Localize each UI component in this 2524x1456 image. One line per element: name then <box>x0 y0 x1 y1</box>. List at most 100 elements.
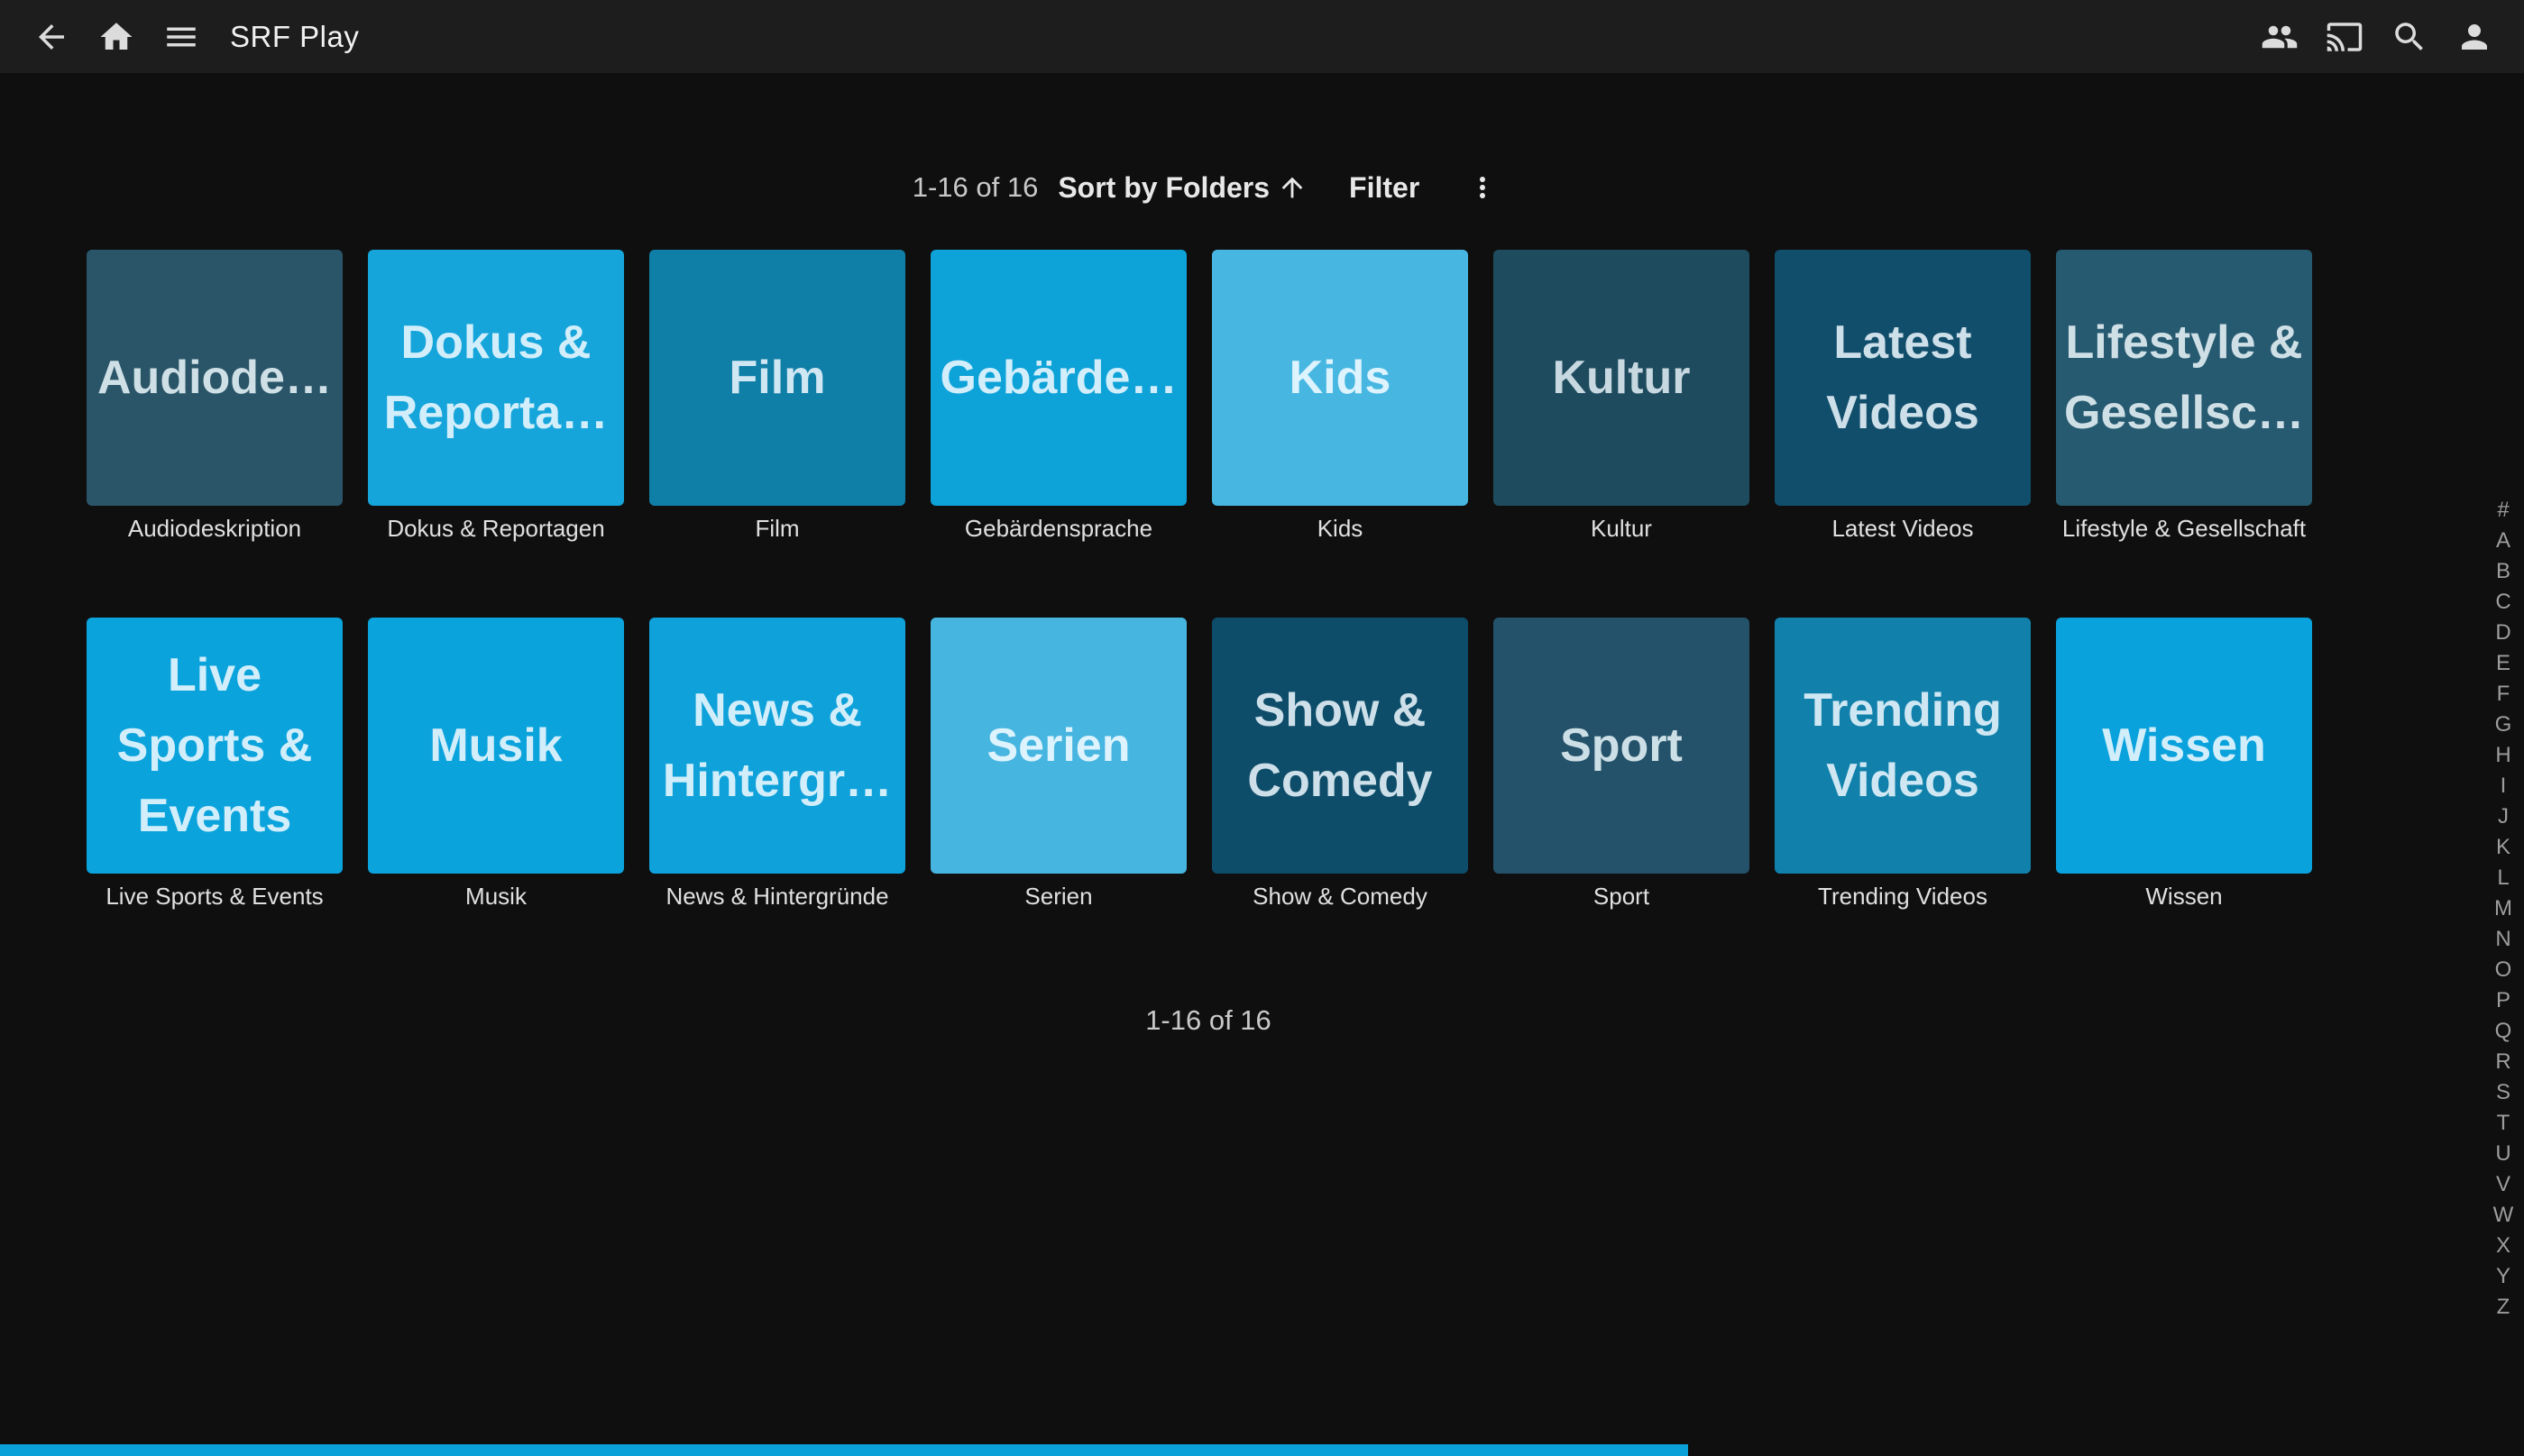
folder-tile[interactable]: Show & Comedy <box>1212 618 1468 874</box>
folder-caption: Audiodeskription <box>87 513 343 544</box>
folder-tile-label: Lifestyle & Gesellsc… <box>2056 307 2312 448</box>
folder-caption: Sport <box>1493 881 1749 911</box>
folder-tile[interactable]: Wissen <box>2056 618 2312 874</box>
library-grid: Audiode… Audiodeskription Dokus & Report… <box>87 250 2312 911</box>
alpha-letter[interactable]: Y <box>2480 1261 2524 1292</box>
library-folder-card[interactable]: Sport Sport <box>1493 618 1749 911</box>
library-folder-card[interactable]: Musik Musik <box>368 618 624 911</box>
home-button[interactable] <box>84 0 149 73</box>
folder-tile[interactable]: Sport <box>1493 618 1749 874</box>
screen: SRF Play 1-16 of 16 Sort by Folders Filt… <box>0 0 2524 1456</box>
alpha-letter[interactable]: U <box>2480 1139 2524 1169</box>
cast-button[interactable] <box>2312 0 2377 73</box>
alpha-letter[interactable]: B <box>2480 556 2524 587</box>
footer-paging-status: 1-16 of 16 <box>0 1003 2417 1039</box>
library-folder-card[interactable]: Show & Comedy Show & Comedy <box>1212 618 1468 911</box>
alpha-letter[interactable]: M <box>2480 893 2524 924</box>
library-folder-card[interactable]: Live Sports & Events Live Sports & Event… <box>87 618 343 911</box>
alpha-letter[interactable]: R <box>2480 1047 2524 1077</box>
alpha-letter[interactable]: K <box>2480 832 2524 863</box>
folder-caption: Musik <box>368 881 624 911</box>
kebab-menu-icon <box>1466 171 1499 204</box>
folder-caption: Dokus & Reportagen <box>368 513 624 544</box>
folder-tile[interactable]: Film <box>649 250 905 506</box>
filter-button[interactable]: Filter <box>1349 171 1419 205</box>
alpha-letter[interactable]: C <box>2480 587 2524 618</box>
library-folder-card[interactable]: Film Film <box>649 250 905 544</box>
folder-tile[interactable]: Live Sports & Events <box>87 618 343 874</box>
alpha-letter[interactable]: V <box>2480 1169 2524 1200</box>
library-folder-card[interactable]: Latest Videos Latest Videos <box>1775 250 2031 544</box>
page-title: SRF Play <box>230 20 359 54</box>
alpha-letter[interactable]: P <box>2480 985 2524 1016</box>
folder-tile[interactable]: Gebärde… <box>931 250 1187 506</box>
library-folder-card[interactable]: Wissen Wissen <box>2056 618 2312 911</box>
library-folder-card[interactable]: Lifestyle & Gesellsc… Lifestyle & Gesell… <box>2056 250 2312 544</box>
alpha-letter[interactable]: A <box>2480 526 2524 556</box>
folder-tile-label: Live Sports & Events <box>108 640 322 851</box>
folder-tile-label: News & Hintergr… <box>654 675 901 816</box>
folder-tile[interactable]: Musik <box>368 618 624 874</box>
search-icon <box>2391 18 2428 56</box>
folder-caption: News & Hintergründe <box>649 881 905 911</box>
folder-caption: Gebärdensprache <box>931 513 1187 544</box>
folder-tile[interactable]: Dokus & Reporta… <box>368 250 624 506</box>
alpha-letter[interactable]: J <box>2480 801 2524 832</box>
alpha-letter[interactable]: X <box>2480 1231 2524 1261</box>
folder-tile[interactable]: Lifestyle & Gesellsc… <box>2056 250 2312 506</box>
alpha-letter[interactable]: T <box>2480 1108 2524 1139</box>
alpha-letter[interactable]: E <box>2480 648 2524 679</box>
sort-button-label: Sort by Folders <box>1058 171 1270 205</box>
paging-status: 1-16 of 16 <box>913 171 1039 204</box>
folder-caption: Wissen <box>2056 881 2312 911</box>
library-folder-card[interactable]: Trending Videos Trending Videos <box>1775 618 2031 911</box>
folder-caption: Kids <box>1212 513 1468 544</box>
library-folder-card[interactable]: Audiode… Audiodeskription <box>87 250 343 544</box>
alpha-letter[interactable]: O <box>2480 955 2524 985</box>
library-folder-card[interactable]: Gebärde… Gebärdensprache <box>931 250 1187 544</box>
folder-tile-label: Kids <box>1280 343 1400 413</box>
folder-tile[interactable]: Kultur <box>1493 250 1749 506</box>
arrow-back-icon <box>32 18 70 56</box>
folder-tile[interactable]: News & Hintergr… <box>649 618 905 874</box>
folder-caption: Live Sports & Events <box>87 881 343 911</box>
alpha-letter[interactable]: G <box>2480 710 2524 740</box>
alpha-letter[interactable]: W <box>2480 1200 2524 1231</box>
library-folder-card[interactable]: News & Hintergr… News & Hintergründe <box>649 618 905 911</box>
back-button[interactable] <box>19 0 84 73</box>
folder-tile-label: Musik <box>420 710 571 781</box>
folder-tile[interactable]: Audiode… <box>87 250 343 506</box>
sort-button[interactable]: Sort by Folders <box>1058 171 1308 205</box>
folder-tile[interactable]: Trending Videos <box>1775 618 2031 874</box>
more-options-button[interactable] <box>1461 164 1504 211</box>
horizontal-scrollbar-thumb[interactable] <box>0 1444 1688 1456</box>
alpha-letter[interactable]: # <box>2480 495 2524 526</box>
library-folder-card[interactable]: Dokus & Reporta… Dokus & Reportagen <box>368 250 624 544</box>
alpha-letter[interactable]: I <box>2480 771 2524 801</box>
folder-caption: Film <box>649 513 905 544</box>
app-bar: SRF Play <box>0 0 2524 73</box>
syncplay-button[interactable] <box>2247 0 2312 73</box>
folder-tile[interactable]: Kids <box>1212 250 1468 506</box>
alpha-letter[interactable]: N <box>2480 924 2524 955</box>
folder-tile-label: Serien <box>978 710 1140 781</box>
person-icon <box>2455 18 2493 56</box>
folder-tile[interactable]: Serien <box>931 618 1187 874</box>
folder-tile[interactable]: Latest Videos <box>1775 250 2031 506</box>
alpha-letter[interactable]: Z <box>2480 1292 2524 1323</box>
user-button[interactable] <box>2442 0 2507 73</box>
library-folder-card[interactable]: Kids Kids <box>1212 250 1468 544</box>
library-folder-card[interactable]: Serien Serien <box>931 618 1187 911</box>
library-folder-card[interactable]: Kultur Kultur <box>1493 250 1749 544</box>
alpha-letter[interactable]: F <box>2480 679 2524 710</box>
toolbar: 1-16 of 16 Sort by Folders Filter <box>0 164 2417 211</box>
alpha-letter[interactable]: D <box>2480 618 2524 648</box>
alpha-letter[interactable]: H <box>2480 740 2524 771</box>
folder-tile-label: Sport <box>1551 710 1692 781</box>
alpha-letter[interactable]: L <box>2480 863 2524 893</box>
alpha-letter[interactable]: S <box>2480 1077 2524 1108</box>
search-button[interactable] <box>2377 0 2442 73</box>
alpha-letter[interactable]: Q <box>2480 1016 2524 1047</box>
folder-tile-label: Show & Comedy <box>1238 675 1441 816</box>
menu-button[interactable] <box>149 0 214 73</box>
